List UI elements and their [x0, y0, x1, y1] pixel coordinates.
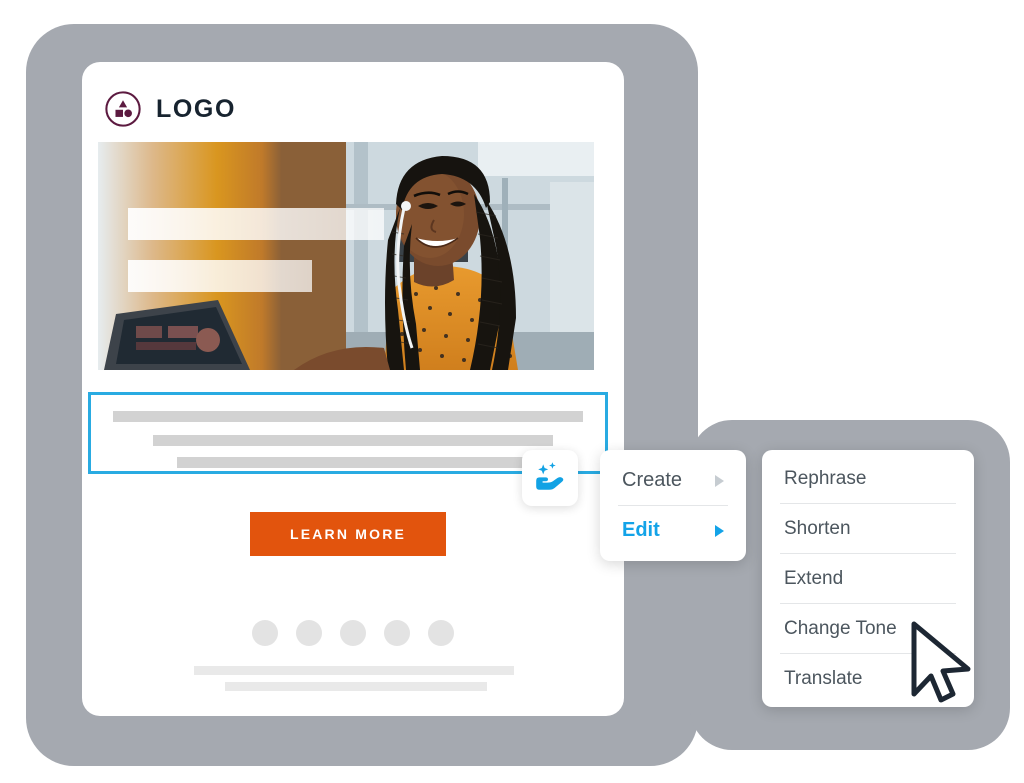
- menu-item-translate-label: Translate: [784, 667, 863, 689]
- carousel-dot[interactable]: [340, 620, 366, 646]
- hero-overlay-bar-2: [128, 260, 312, 292]
- menu-item-change-tone[interactable]: Change Tone: [762, 604, 974, 653]
- chevron-right-icon: [715, 524, 724, 537]
- email-preview-card: LOGO LEARN MORE: [82, 62, 624, 716]
- hero-overlay-bar-1: [128, 208, 384, 240]
- menu-item-rephrase-label: Rephrase: [784, 467, 867, 489]
- footer-placeholder-bar: [225, 682, 487, 691]
- menu-item-create[interactable]: Create: [600, 456, 746, 505]
- carousel-dot[interactable]: [428, 620, 454, 646]
- footer-placeholder-bar: [194, 666, 514, 675]
- placeholder-text-line: [177, 457, 527, 468]
- carousel-dots: [82, 620, 624, 646]
- menu-item-extend-label: Extend: [784, 567, 844, 589]
- menu-item-edit[interactable]: Edit: [600, 506, 746, 555]
- menu-item-extend[interactable]: Extend: [762, 554, 974, 603]
- ai-assist-button[interactable]: [522, 450, 578, 506]
- carousel-dot[interactable]: [296, 620, 322, 646]
- learn-more-button[interactable]: LEARN MORE: [250, 512, 446, 556]
- menu-item-create-label: Create: [622, 469, 683, 491]
- card-header: LOGO: [104, 90, 236, 128]
- edit-submenu[interactable]: Rephrase Shorten Extend Change Tone Tran…: [762, 450, 974, 707]
- chevron-right-icon: [715, 474, 724, 487]
- ai-actions-menu[interactable]: Create Edit: [600, 450, 746, 561]
- hero-image: [98, 142, 594, 370]
- menu-item-rephrase[interactable]: Rephrase: [762, 454, 974, 503]
- menu-item-shorten-label: Shorten: [784, 517, 851, 539]
- menu-item-change-tone-label: Change Tone: [784, 617, 897, 639]
- logo-text: LOGO: [156, 94, 237, 123]
- menu-item-translate[interactable]: Translate: [762, 654, 974, 703]
- carousel-dot[interactable]: [384, 620, 410, 646]
- screenshot-stage: LOGO LEARN MORE Create Edit Rephrase Sho…: [0, 0, 1024, 783]
- placeholder-text-line: [153, 435, 553, 446]
- ai-sparkle-hand-icon: [533, 460, 567, 497]
- logo-circle-shapes-icon: [104, 90, 142, 128]
- menu-item-shorten[interactable]: Shorten: [762, 504, 974, 553]
- carousel-dot[interactable]: [252, 620, 278, 646]
- menu-item-edit-label: Edit: [622, 519, 660, 541]
- placeholder-text-line: [113, 411, 583, 422]
